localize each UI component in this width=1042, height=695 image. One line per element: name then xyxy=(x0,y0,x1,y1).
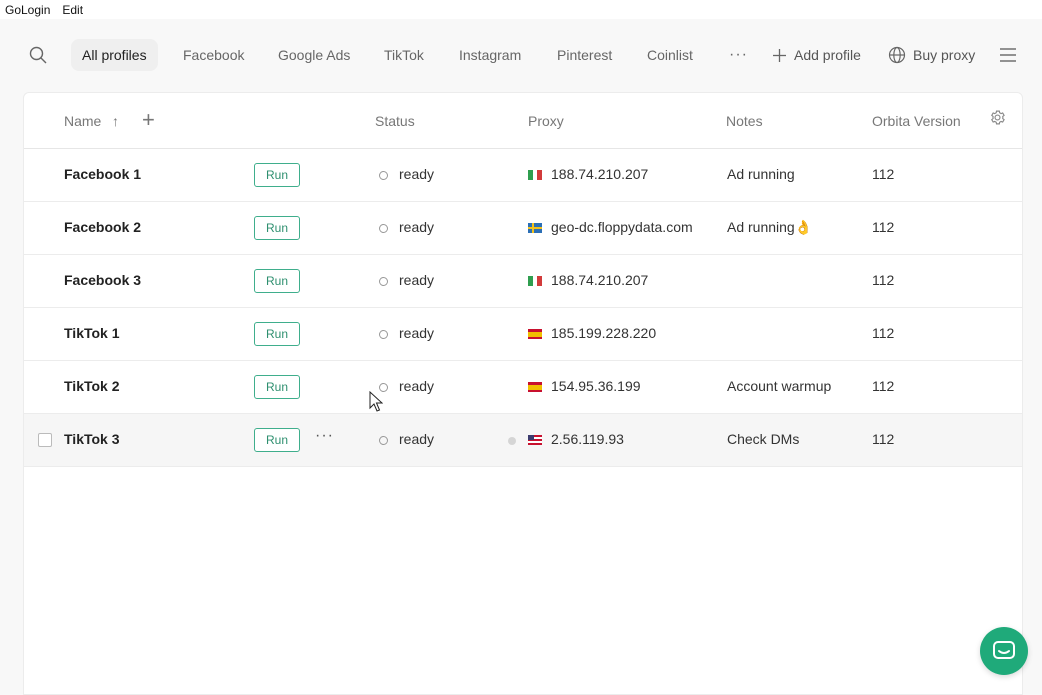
flag-spain-icon xyxy=(528,382,542,392)
profiles-table: Name ↑ + Status Proxy Notes Orbita Versi… xyxy=(23,92,1023,695)
buy-proxy-button[interactable]: Buy proxy xyxy=(888,39,975,71)
table-row[interactable]: TikTok 2 Run ready 154.95.36.199 Account… xyxy=(24,361,1022,414)
profile-version: 112 xyxy=(872,378,895,394)
buy-proxy-label: Buy proxy xyxy=(913,47,976,63)
more-tabs-button[interactable]: ··· xyxy=(729,46,748,64)
flag-italy-icon xyxy=(528,276,543,286)
profile-proxy[interactable]: geo-dc.floppydata.com xyxy=(551,219,693,235)
profile-proxy[interactable]: 185.199.228.220 xyxy=(551,325,656,341)
status-indicator xyxy=(379,436,388,445)
flag-sweden-icon xyxy=(528,223,542,233)
column-orbita-version[interactable]: Orbita Version xyxy=(872,113,961,129)
plus-icon xyxy=(773,48,786,62)
status-indicator xyxy=(379,330,388,339)
run-button[interactable]: Run xyxy=(254,322,300,346)
gear-icon[interactable] xyxy=(989,109,1006,126)
add-profile-button[interactable]: Add profile xyxy=(772,39,861,71)
hamburger-icon[interactable] xyxy=(999,47,1017,63)
run-button[interactable]: Run xyxy=(254,163,300,187)
table-row[interactable]: Facebook 1 Run ready 188.74.210.207 Ad r… xyxy=(24,149,1022,202)
tab-google-ads[interactable]: Google Ads xyxy=(267,39,361,71)
profile-version: 112 xyxy=(872,272,895,288)
profile-status: ready xyxy=(399,378,435,394)
profile-proxy[interactable]: 2.56.119.93 xyxy=(551,431,624,447)
profile-name[interactable]: Facebook 3 xyxy=(64,272,141,288)
status-indicator xyxy=(379,277,388,286)
column-status[interactable]: Status xyxy=(375,113,415,129)
profile-version: 112 xyxy=(872,219,895,235)
profile-notes[interactable]: Check DMs xyxy=(727,431,799,447)
tab-all-profiles[interactable]: All profiles xyxy=(71,39,158,71)
profile-status: ready xyxy=(399,431,435,447)
profile-name[interactable]: Facebook 1 xyxy=(64,166,141,182)
table-header: Name ↑ + Status Proxy Notes Orbita Versi… xyxy=(24,93,1022,149)
table-row[interactable]: TikTok 3 Run ··· ready 2.56.119.93 Check… xyxy=(24,414,1022,467)
profile-version: 112 xyxy=(872,166,895,182)
profile-name[interactable]: TikTok 2 xyxy=(64,378,120,394)
globe-icon xyxy=(888,46,906,64)
chat-icon xyxy=(993,641,1015,659)
flag-spain-icon xyxy=(528,329,542,339)
table-row[interactable]: TikTok 1 Run ready 185.199.228.220 112 xyxy=(24,308,1022,361)
add-profile-label: Add profile xyxy=(794,47,861,63)
menu-edit[interactable]: Edit xyxy=(62,3,83,17)
sort-arrow-icon[interactable]: ↑ xyxy=(112,113,119,129)
profile-status: ready xyxy=(399,166,435,182)
run-button[interactable]: Run xyxy=(254,269,300,293)
profile-name[interactable]: TikTok 1 xyxy=(64,325,120,341)
tab-facebook[interactable]: Facebook xyxy=(172,39,255,71)
profile-proxy[interactable]: 154.95.36.199 xyxy=(551,378,641,394)
table-row[interactable]: Facebook 3 Run ready 188.74.210.207 112 xyxy=(24,255,1022,308)
status-indicator xyxy=(379,224,388,233)
flag-italy-icon xyxy=(528,170,543,180)
status-indicator xyxy=(379,171,388,180)
proxy-check-indicator[interactable] xyxy=(508,437,516,445)
support-chat-button[interactable] xyxy=(980,627,1028,675)
menu-app[interactable]: GoLogin xyxy=(5,3,50,17)
top-toolbar: All profiles Facebook Google Ads TikTok … xyxy=(0,19,1042,91)
run-button[interactable]: Run xyxy=(254,216,300,240)
profile-name[interactable]: Facebook 2 xyxy=(64,219,141,235)
menubar: GoLogin Edit xyxy=(0,0,1042,19)
mouse-cursor-icon xyxy=(369,391,383,412)
profile-proxy[interactable]: 188.74.210.207 xyxy=(551,272,648,288)
profile-status: ready xyxy=(399,325,435,341)
profile-notes[interactable]: Ad running👌 xyxy=(727,219,812,236)
flag-usa-icon xyxy=(528,435,542,445)
column-name[interactable]: Name xyxy=(64,113,101,129)
column-notes[interactable]: Notes xyxy=(726,113,763,129)
profile-notes[interactable]: Account warmup xyxy=(727,378,831,394)
profile-status: ready xyxy=(399,219,435,235)
table-row[interactable]: Facebook 2 Run ready geo-dc.floppydata.c… xyxy=(24,202,1022,255)
tab-coinlist[interactable]: Coinlist xyxy=(636,39,704,71)
profile-version: 112 xyxy=(872,325,895,341)
tab-instagram[interactable]: Instagram xyxy=(448,39,532,71)
row-checkbox[interactable] xyxy=(38,433,52,447)
tab-pinterest[interactable]: Pinterest xyxy=(546,39,623,71)
profile-notes[interactable]: Ad running xyxy=(727,166,795,182)
search-icon[interactable] xyxy=(28,45,48,65)
add-column-button[interactable]: + xyxy=(142,107,155,133)
run-button[interactable]: Run xyxy=(254,375,300,399)
row-more-button[interactable]: ··· xyxy=(315,427,334,445)
tab-tiktok[interactable]: TikTok xyxy=(373,39,435,71)
profile-version: 112 xyxy=(872,431,895,447)
profile-proxy[interactable]: 188.74.210.207 xyxy=(551,166,648,182)
run-button[interactable]: Run xyxy=(254,428,300,452)
column-proxy[interactable]: Proxy xyxy=(528,113,564,129)
profile-status: ready xyxy=(399,272,435,288)
profile-name[interactable]: TikTok 3 xyxy=(64,431,120,447)
